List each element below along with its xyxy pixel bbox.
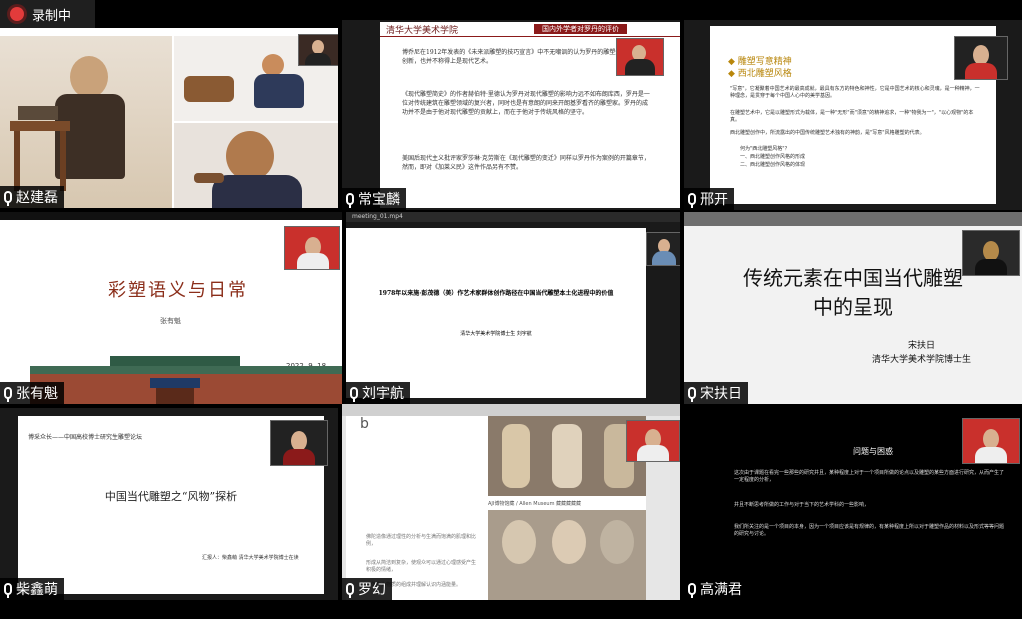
slide-paragraph: 《现代雕塑简史》的作者赫伯特·里德认为罗丹对现代雕塑的影响力远不如布朗库西，罗丹… <box>402 91 650 116</box>
slide-forum: 博采众长——中国高校博士研究生雕塑论坛 <box>28 434 143 441</box>
participant-name: 高满君 <box>700 582 742 598</box>
slide-title: 彩塑语义与日常 <box>108 280 248 301</box>
participant-camera <box>616 38 664 76</box>
slide-section-title: 国内外学者对罗丹的评价 <box>534 24 627 34</box>
bullet-text: 西北雕塑风格 <box>737 69 792 79</box>
microphone-icon[interactable] <box>350 387 358 402</box>
participant-name: 宋扶日 <box>700 386 742 402</box>
photo-caption: AJI博物馆藏 / Allen Museum 藏藏藏藏藏 <box>488 501 582 507</box>
slide-subtitle: 清华大学美术学院博士生 刘宇航 <box>460 331 532 337</box>
microphone-icon[interactable] <box>4 191 12 206</box>
sculpture-photo-buddha <box>488 510 646 600</box>
microphone-icon[interactable] <box>346 583 354 598</box>
sculpture-photo-face <box>174 123 338 208</box>
slide-paragraph: 西北雕塑创作中，所流露出的中国传统雕塑艺术独有的神韵，是"写意"风格雕塑的代表。 <box>730 130 925 136</box>
participant-name-tag: 高满君 <box>684 578 748 600</box>
sculpture-photo-torso <box>488 416 646 496</box>
slide-paragraph: 何为"西北雕塑风格"？ <box>740 146 790 152</box>
video-tile-liu[interactable]: meeting_01.mp4 1978年以来施·彭茂德（美）作艺术家群体创作路径… <box>346 212 680 404</box>
slide-building-image <box>30 348 342 404</box>
video-tile-song[interactable]: 传统元素在中国当代雕塑 中的呈现 宋扶日 清华大学美术学院博士生 宋扶日 <box>684 212 1022 404</box>
participant-name: 张有魁 <box>16 386 58 402</box>
microphone-icon[interactable] <box>4 583 12 598</box>
video-tile-chang[interactable]: 清华大学美术学院 国内外学者对罗丹的评价 博乔尼在1912年发表的《未来派雕塑的… <box>342 20 680 210</box>
video-tile-zhang[interactable]: 彩塑语义与日常 张有魁 2022. 9. 18 张有魁 <box>0 212 342 404</box>
window-filename: meeting_01.mp4 <box>352 213 403 220</box>
recording-indicator: 录制中 <box>0 0 95 28</box>
slide-paragraph: 美国后现代主义批评家罗莎琳·克劳斯在《现代雕塑的变迁》同样以罗丹作为案例的开篇章… <box>402 155 650 171</box>
participant-camera <box>284 226 340 270</box>
slide-paragraph: 这次由于课题在看完一些那些的研究并且，某种程度上对于一个项目所做的论点以及雕塑的… <box>734 470 1005 483</box>
microphone-icon[interactable] <box>688 583 696 598</box>
participant-name: 罗幻 <box>358 582 386 598</box>
slide-affiliation: 清华大学美术学院博士生 <box>872 355 972 365</box>
video-tile-gao[interactable]: 问题与困惑 这次由于课题在看完一些那些的研究并且，某种程度上对于一个项目所做的论… <box>684 408 1022 600</box>
participant-name: 邢开 <box>700 192 728 208</box>
participant-name: 常宝麟 <box>358 192 400 208</box>
slide-paragraph: 我们所关注的是一个项目的本身，因为一个项目应该是有规律的，有某种程度上所以对于雕… <box>734 524 1005 537</box>
sculpture-photo-seated <box>0 36 172 208</box>
participant-name-tag: 邢开 <box>684 188 734 210</box>
record-icon <box>10 7 24 21</box>
microphone-icon[interactable] <box>4 387 12 402</box>
participant-name-tag: 刘宇航 <box>346 382 410 404</box>
slide-paragraph: 博乔尼在1912年发表的《未来派雕塑的技巧宣言》中不无嘲讽的认为罗丹的雕塑并没有… <box>402 49 652 65</box>
participant-name-tag: 常宝麟 <box>342 188 406 210</box>
video-tile-chai[interactable]: 博采众长——中国高校博士研究生雕塑论坛 中国当代雕塑之“风物”探析 汇报人：柴鑫… <box>0 408 338 600</box>
participant-name: 赵建磊 <box>16 190 58 206</box>
slide-paragraph: 一、西北雕塑创作风格的形成 <box>740 154 806 160</box>
slide-paragraph: 二、西北雕塑创作风格的体现 <box>740 162 806 168</box>
participant-camera <box>298 34 338 66</box>
slide-letter: b <box>360 416 369 432</box>
participant-name-tag: 宋扶日 <box>684 382 748 404</box>
slide-paragraph: 在雕塑艺术中，它是以雕塑形式为载体，是一种"无形"而"须意"的精神追求，一种"物… <box>730 110 974 123</box>
slide-paragraph: 形成从简洁到复杂，使观众可以通过心理感受产生积极的情绪， <box>366 560 477 573</box>
slide-paragraph: "写意"，它凝聚着中国艺术的最高成就，最具有东方的特色和神性，它是中国艺术的核心… <box>730 86 980 99</box>
browser-toolbar <box>342 404 680 416</box>
slide-header: 清华大学美术学院 国内外学者对罗丹的评价 <box>380 22 680 37</box>
participant-name-tag: 张有魁 <box>0 382 64 404</box>
participant-name-tag: 罗幻 <box>342 578 392 600</box>
slide-title: 中国当代雕塑之“风物”探析 <box>104 490 238 503</box>
window-titlebar: meeting_01.mp4 <box>346 212 680 222</box>
participant-camera <box>962 418 1020 464</box>
participant-name-tag: 柴鑫萌 <box>0 578 64 600</box>
participant-camera <box>646 232 680 266</box>
slide-author: 宋扶日 <box>908 341 936 351</box>
slide-title: 1978年以来施·彭茂德（美）作艺术家群体创作路径在中国当代雕塑本土化进程中的价… <box>378 290 614 297</box>
participant-name-tag: 赵建磊 <box>0 186 64 208</box>
recording-label: 录制中 <box>32 8 72 24</box>
microphone-icon[interactable] <box>688 387 696 402</box>
shared-slide: 1978年以来施·彭茂德（美）作艺术家群体创作路径在中国当代雕塑本土化进程中的价… <box>346 228 646 398</box>
participant-camera <box>954 36 1008 80</box>
slide-author: 张有魁 <box>160 317 181 325</box>
participant-camera <box>962 230 1020 276</box>
video-tile-luo[interactable]: b AJI博物馆藏 / Allen Museum 藏藏藏藏藏 佛陀造像通过理性的… <box>342 404 680 600</box>
slide-reporter: 汇报人：柴鑫萌 清华大学美术学院博士在读 <box>202 555 299 561</box>
slide-title-line: 中的呈现 <box>813 295 893 319</box>
video-tile-zhao[interactable]: 赵建磊 <box>0 28 338 208</box>
microphone-icon[interactable] <box>688 193 696 208</box>
slide-paragraph: 并且不断思考所做的工作与对于当下的艺术学科的一些影响， <box>734 502 870 508</box>
participant-name: 刘宇航 <box>362 386 404 402</box>
participant-name: 柴鑫萌 <box>16 582 58 598</box>
video-tile-xing[interactable]: ◆ 雕塑写意精神 ◆ 西北雕塑风格 "写意"，它凝聚着中国艺术的最高成就，最具有… <box>684 20 1022 210</box>
slide-bullet: ◆ 西北雕塑风格 <box>728 69 792 79</box>
participant-camera <box>626 420 680 462</box>
participant-camera <box>270 420 328 466</box>
slide-header-text: 清华大学美术学院 <box>386 26 459 36</box>
slide-paragraph: 佛陀造像通过理性的分析与生满而饱满的肌理和比例， <box>366 534 477 547</box>
shared-slide: b AJI博物馆藏 / Allen Museum 藏藏藏藏藏 佛陀造像通过理性的… <box>346 416 646 600</box>
microphone-icon[interactable] <box>346 193 354 208</box>
